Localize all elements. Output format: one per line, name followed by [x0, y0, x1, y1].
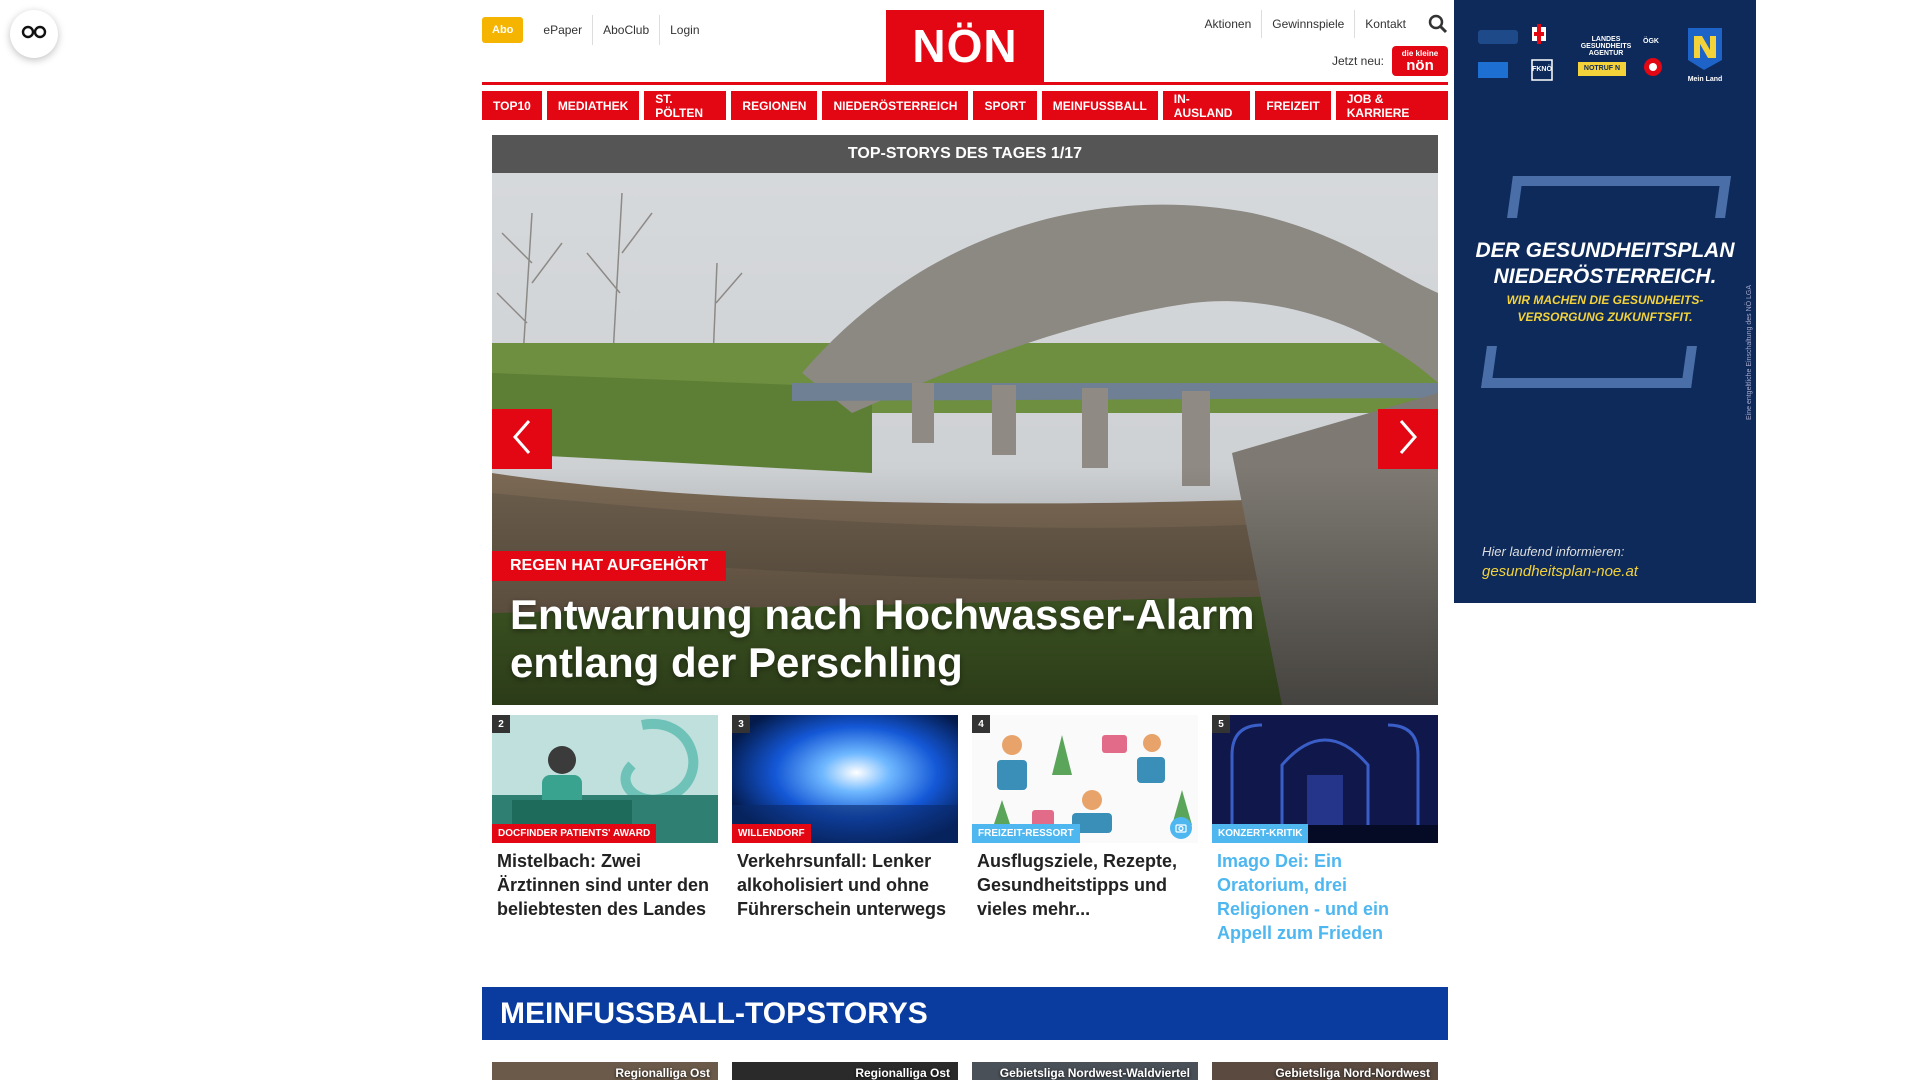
search-icon[interactable]: [1428, 14, 1448, 34]
main-nav: TOP10 MEDIATHEK ST. PÖLTEN REGIONEN NIED…: [482, 91, 1448, 120]
fussball-league-label: Gebietsliga Nord-Nordwest: [1275, 1066, 1430, 1080]
story-tag: WILLENDORF: [732, 824, 811, 843]
meta-nav-left: Abo ePaper AboClub Login: [482, 15, 710, 45]
nav-item-regionen[interactable]: REGIONEN: [731, 91, 818, 120]
story-title[interactable]: Mistelbach: Zwei Ärztinnen sind unter de…: [492, 843, 718, 927]
ad-logo-notruf: NOTRUF N: [1583, 65, 1621, 72]
story-cards: 2 DOCFINDER PATIENTS' AWARD Mistelbach: …: [492, 715, 1438, 951]
nav-item-st-poelten[interactable]: ST. PÖLTEN: [644, 91, 727, 120]
hero-title[interactable]: Entwarnung nach Hochwasser-Alarm entlang…: [510, 591, 1370, 687]
nav-rule: [482, 82, 1448, 85]
meinfussball-heading[interactable]: MEINFUSSBALL-TOPSTORYS: [482, 987, 1448, 1040]
nav-item-meinfussball[interactable]: MEINFUSSBALL: [1041, 91, 1158, 120]
nav-item-freizeit[interactable]: FREIZEIT: [1255, 91, 1331, 120]
ad-subline: WIR MACHEN DIE GESUNDHEITS- VERSORGUNG Z…: [1454, 292, 1756, 326]
aboclub-link[interactable]: AboClub: [592, 15, 659, 45]
carousel-next-button[interactable]: [1378, 409, 1438, 469]
story-image: 5 KONZERT-KRITIK: [1212, 715, 1438, 843]
jetzt-neu: Jetzt neu: die kleine nön: [1332, 46, 1448, 76]
hero-kicker: REGEN HAT AUFGEHÖRT: [492, 551, 727, 581]
site-logo[interactable]: NÖN: [886, 10, 1044, 82]
carousel-heading: TOP-STORYS DES TAGES 1/17: [492, 135, 1438, 173]
top-stories-carousel: TOP-STORYS DES TAGES 1/17 REGEN HAT AUFG…: [492, 135, 1438, 705]
story-tag: KONZERT-KRITIK: [1212, 824, 1309, 843]
story-image: 4 FREIZEIT-RESSORT: [972, 715, 1198, 843]
ad-headline: DER GESUNDHEITSPLAN NIEDERÖSTERREICH.: [1454, 238, 1756, 290]
carousel-prev-button[interactable]: [492, 409, 552, 469]
fussball-league-label: Regionalliga Ost: [855, 1066, 950, 1080]
ad-logo-fknoe: FKNÖ: [1532, 66, 1552, 73]
story-image: 2 DOCFINDER PATIENTS' AWARD: [492, 715, 718, 843]
fussball-card[interactable]: Gebietsliga Nordwest-Waldviertel: [972, 1062, 1198, 1080]
gesundheitsplan-ad[interactable]: LANDES GESUNDHEITS AGENTUR ÖGK FKNÖ NOTR…: [1454, 0, 1756, 603]
story-image: 3 WILLENDORF: [732, 715, 958, 843]
fussball-card[interactable]: Regionalliga Ost: [732, 1062, 958, 1080]
story-card[interactable]: 4 FREIZEIT-RESSORT Ausflugsziele, Rezept…: [972, 715, 1198, 951]
login-link[interactable]: Login: [659, 15, 709, 45]
gewinnspiele-link[interactable]: Gewinnspiele: [1261, 10, 1354, 38]
kontakt-link[interactable]: Kontakt: [1354, 10, 1416, 38]
chevron-left-icon: [511, 418, 533, 461]
abo-button[interactable]: Abo: [482, 17, 524, 43]
story-title[interactable]: Imago Dei: Ein Oratorium, drei Religione…: [1212, 843, 1438, 951]
nav-item-top10[interactable]: TOP10: [482, 91, 542, 120]
hero-caption: REGEN HAT AUFGEHÖRT Entwarnung nach Hoch…: [492, 551, 1438, 705]
ad-subline-2: VERSORGUNG ZUKUNFTSFIT.: [1517, 310, 1693, 324]
ad-headline-line-2: NIEDERÖSTERREICH.: [1493, 265, 1717, 288]
story-number: 2: [492, 715, 510, 733]
ad-bracket-top: [1507, 176, 1731, 218]
story-card[interactable]: 3 WILLENDORF Verkehrsunfall: Lenker alko…: [732, 715, 958, 951]
fussball-card[interactable]: Regionalliga Ost: [492, 1062, 718, 1080]
fussball-league-label: Gebietsliga Nordwest-Waldviertel: [999, 1066, 1190, 1080]
fussball-league-label: Regionalliga Ost: [615, 1066, 710, 1080]
die-kleine-noen-badge[interactable]: die kleine nön: [1392, 46, 1448, 76]
story-tag: DOCFINDER PATIENTS' AWARD: [492, 824, 657, 843]
nav-item-in-ausland[interactable]: IN-AUSLAND: [1162, 91, 1251, 120]
story-number: 5: [1212, 715, 1230, 733]
story-card[interactable]: 2 DOCFINDER PATIENTS' AWARD Mistelbach: …: [492, 715, 718, 951]
ad-logo-oegk: ÖGK: [1643, 38, 1659, 45]
story-tag: FREIZEIT-RESSORT: [972, 824, 1080, 843]
nav-item-niederoesterreich[interactable]: NIEDERÖSTERREICH: [822, 91, 969, 120]
camera-icon: [1170, 817, 1192, 839]
ad-logo-lga: LANDES GESUNDHEITS AGENTUR: [1580, 36, 1632, 57]
ad-headline-line-1: DER GESUNDHEITSPLAN: [1475, 239, 1735, 262]
nav-item-job-karriere[interactable]: JOB & KARRIERE: [1335, 91, 1448, 120]
accessibility-button[interactable]: [10, 10, 58, 58]
nav-item-sport[interactable]: SPORT: [973, 91, 1037, 120]
aktionen-link[interactable]: Aktionen: [1195, 10, 1262, 38]
ad-bracket-bottom: [1481, 346, 1697, 388]
ad-disclaimer: Eine entgeltliche Einschaltung des NÖ LG…: [1746, 284, 1753, 420]
ad-subline-1: WIR MACHEN DIE GESUNDHEITS-: [1506, 293, 1704, 307]
jetzt-neu-label: Jetzt neu:: [1331, 54, 1384, 68]
ad-info-text: Hier laufend informieren:: [1482, 544, 1625, 559]
story-title[interactable]: Verkehrsunfall: Lenker alkoholisiert und…: [732, 843, 958, 927]
nav-item-mediathek[interactable]: MEDIATHEK: [546, 91, 640, 120]
badge-big-text: nön: [1406, 56, 1434, 74]
top-bar: Abo ePaper AboClub Login NÖN Aktionen Ge…: [482, 0, 1448, 82]
ad-logo-mein-land: Mein Land: [1687, 76, 1723, 83]
chevron-right-icon: [1397, 418, 1419, 461]
epaper-link[interactable]: ePaper: [533, 15, 592, 45]
story-number: 4: [972, 715, 990, 733]
story-title[interactable]: Ausflugsziele, Rezepte, Gesundheitstipps…: [972, 843, 1198, 927]
glasses-icon: [21, 25, 47, 44]
main-site: Abo ePaper AboClub Login NÖN Aktionen Ge…: [482, 0, 1448, 1080]
meinfussball-cards: Regionalliga Ost Regionalliga Ost Gebiet…: [492, 1062, 1438, 1080]
story-card[interactable]: 5 KONZERT-KRITIK Imago Dei: Ein Oratoriu…: [1212, 715, 1438, 951]
fussball-card[interactable]: Gebietsliga Nord-Nordwest: [1212, 1062, 1438, 1080]
ad-url-link[interactable]: gesundheitsplan-noe.at: [1482, 563, 1638, 580]
meta-nav-right: Aktionen Gewinnspiele Kontakt: [1195, 10, 1448, 38]
hero-slide[interactable]: REGEN HAT AUFGEHÖRT Entwarnung nach Hoch…: [492, 173, 1438, 705]
story-number: 3: [732, 715, 750, 733]
ad-logo-strip: LANDES GESUNDHEITS AGENTUR ÖGK FKNÖ NOTR…: [1478, 22, 1738, 92]
